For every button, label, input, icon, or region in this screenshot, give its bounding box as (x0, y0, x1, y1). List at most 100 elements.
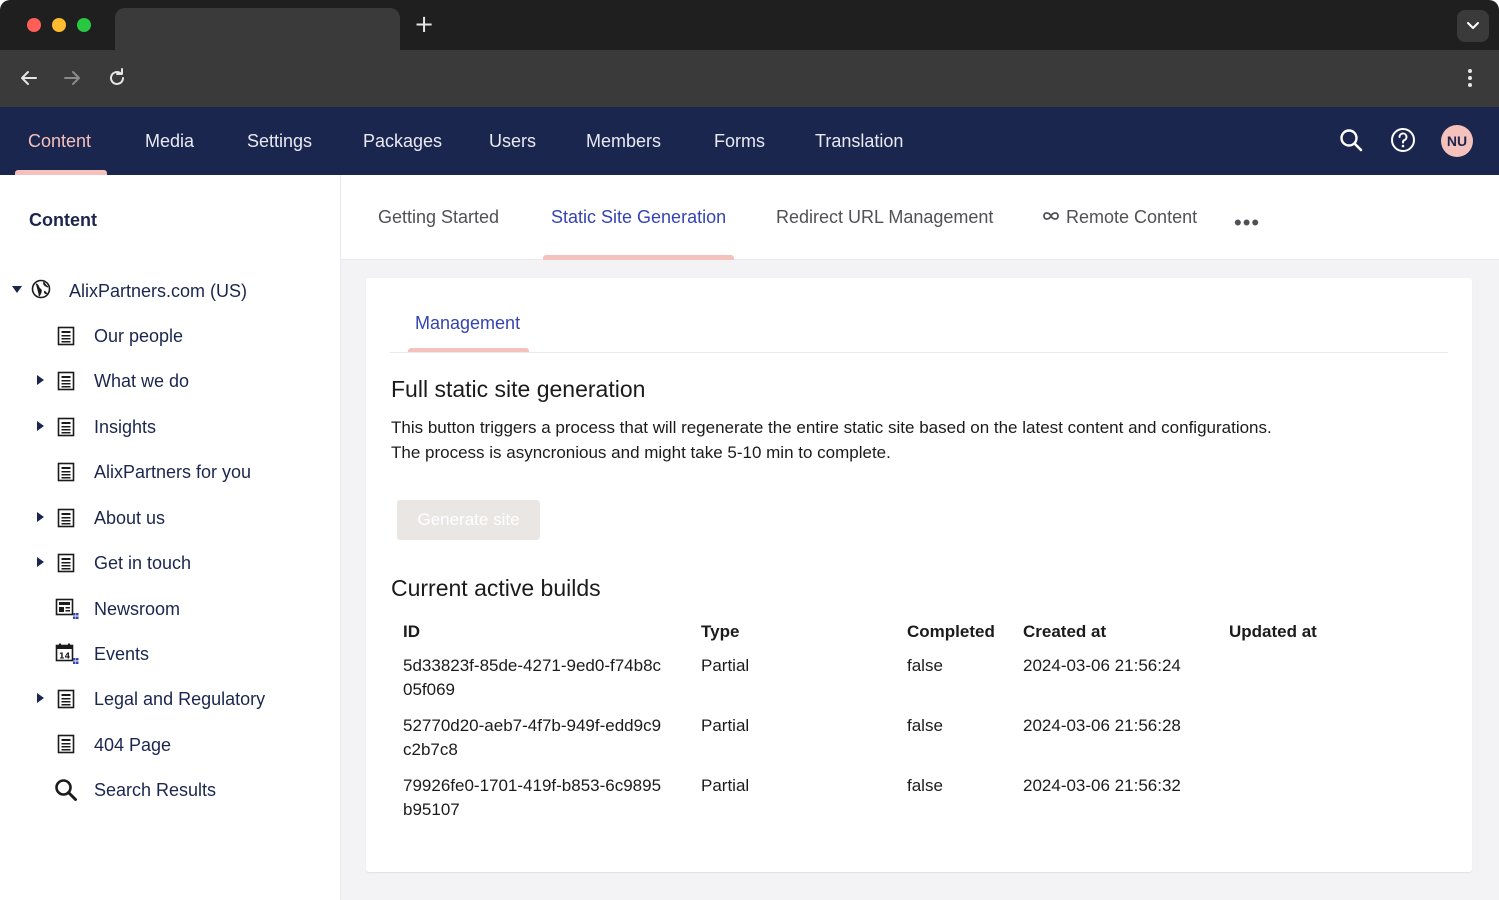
divider (390, 352, 1448, 353)
nav-members[interactable]: Members (586, 107, 661, 175)
newsroom-icon (55, 598, 79, 619)
tree-item-events[interactable]: Events (94, 639, 149, 669)
search-icon (1340, 129, 1363, 152)
tree-item-label: Our people (94, 325, 184, 346)
expand-caret-what-we-do[interactable] (37, 375, 44, 385)
arrow-left-icon (21, 71, 37, 85)
build-id: 5d33823f-85de-4271-9ed0-f74b8c05f069 (391, 648, 689, 708)
tree-item-insights[interactable]: Insights (94, 412, 156, 442)
arrow-right-icon (64, 71, 80, 85)
expand-caret-root[interactable] (12, 286, 22, 293)
reload-icon (110, 68, 124, 85)
tree-item-alixpartners-for-you[interactable]: AlixPartners for you (94, 457, 251, 487)
tree-item-newsroom[interactable]: Newsroom (94, 594, 180, 624)
table-row: 52770d20-aeb7-4f7b-949f-edd9c9c2b7c8 Par… (391, 708, 1351, 768)
ssg-panel: Management Full static site generation T… (366, 278, 1472, 872)
calendar-icon: 14 (55, 643, 79, 664)
generate-site-button[interactable]: Generate site (397, 500, 540, 540)
browser-menu-button[interactable] (1457, 65, 1483, 91)
minimize-window-button[interactable] (52, 18, 66, 32)
tab-remote-content[interactable]: Remote Content (1041, 207, 1197, 228)
document-icon (57, 326, 75, 346)
build-created-at: 2024-03-06 21:56:32 (1023, 776, 1181, 795)
tree-item-our-people[interactable]: Our people (94, 321, 183, 351)
tree-item-label: Insights (94, 416, 157, 437)
build-type: Partial (701, 776, 750, 795)
tree-root-alixpartners[interactable]: AlixPartners.com (US) (69, 276, 247, 306)
tree-item-label: About us (94, 507, 166, 528)
browser-tab[interactable] (115, 8, 400, 50)
tree-root-label: AlixPartners.com (US) (69, 280, 248, 301)
build-updated-at (1217, 708, 1351, 768)
build-id: 52770d20-aeb7-4f7b-949f-edd9c9c2b7c8 (391, 708, 689, 768)
build-id-text: 5d33823f-85de-4271-9ed0-f74b8c05f069 (403, 656, 662, 699)
expand-caret-get-in-touch[interactable] (37, 557, 44, 567)
build-id-text: 52770d20-aeb7-4f7b-949f-edd9c9c2b7c8 (403, 716, 662, 759)
app-header: Content Media Settings Packages Users Me… (0, 107, 1499, 175)
nav-media[interactable]: Media (145, 107, 194, 175)
full-generation-heading: Full static site generation (391, 376, 646, 402)
more-tabs-button[interactable]: ••• (1234, 210, 1260, 236)
close-window-button[interactable] (27, 18, 41, 32)
column-header-completed: Completed (907, 622, 995, 641)
kebab-menu-icon (1468, 69, 1472, 87)
new-tab-button[interactable]: + (410, 10, 438, 38)
globe-icon (31, 279, 51, 299)
tree-item-legal-and-regulatory[interactable]: Legal and Regulatory (94, 684, 265, 714)
user-avatar[interactable]: NU (1441, 125, 1473, 157)
tab-getting-started[interactable]: Getting Started (378, 207, 499, 228)
search-button[interactable] (1338, 127, 1364, 153)
tree-item-about-us[interactable]: About us (94, 503, 165, 533)
reload-button[interactable] (104, 65, 130, 91)
nav-users[interactable]: Users (489, 107, 536, 175)
table-row: 5d33823f-85de-4271-9ed0-f74b8c05f069 Par… (391, 648, 1351, 708)
tab-redirect-url-management[interactable]: Redirect URL Management (776, 207, 993, 228)
tree-item-search-results[interactable]: Search Results (94, 775, 216, 805)
nav-content[interactable]: Content (28, 107, 91, 175)
table-row: 79926fe0-1701-419f-b853-6c9895b95107 Par… (391, 768, 1351, 828)
build-updated-at (1217, 768, 1351, 828)
tab-remote-content-label: Remote Content (1066, 207, 1198, 227)
build-updated-at (1217, 648, 1351, 708)
maximize-window-button[interactable] (77, 18, 91, 32)
tree-item-label: Get in touch (94, 552, 192, 573)
browser-tab-strip: + (0, 0, 1499, 50)
tab-management[interactable]: Management (415, 313, 520, 334)
dashboard-tabs: Getting Started Static Site Generation R… (341, 175, 1499, 260)
build-completed: false (907, 656, 943, 675)
nav-forms[interactable]: Forms (714, 107, 765, 175)
expand-caret-legal[interactable] (37, 693, 44, 703)
column-header-id: ID (403, 622, 420, 641)
build-created-at: 2024-03-06 21:56:24 (1023, 656, 1181, 675)
forward-button[interactable] (59, 65, 85, 91)
document-icon (57, 462, 75, 482)
main-content: Getting Started Static Site Generation R… (341, 175, 1499, 900)
document-icon (57, 371, 75, 391)
help-button[interactable] (1390, 127, 1416, 153)
tree-item-label: Legal and Regulatory (94, 688, 266, 709)
build-completed: false (907, 716, 943, 735)
build-type: Partial (701, 716, 750, 735)
document-icon (57, 553, 75, 573)
build-completed: false (907, 776, 943, 795)
build-id-text: 79926fe0-1701-419f-b853-6c9895b95107 (403, 776, 662, 819)
tree-item-get-in-touch[interactable]: Get in touch (94, 548, 191, 578)
document-icon (57, 689, 75, 709)
nav-packages[interactable]: Packages (363, 107, 442, 175)
tree-item-label: 404 Page (94, 734, 172, 755)
tree-item-label: What we do (94, 370, 190, 391)
tab-static-site-generation[interactable]: Static Site Generation (551, 207, 726, 228)
chevron-down-icon (1467, 22, 1479, 29)
nav-settings[interactable]: Settings (247, 107, 312, 175)
document-icon (57, 508, 75, 528)
column-header-type: Type (701, 622, 740, 641)
expand-caret-about-us[interactable] (37, 512, 44, 522)
nav-translation[interactable]: Translation (815, 107, 903, 175)
tree-item-404-page[interactable]: 404 Page (94, 730, 171, 760)
tree-item-what-we-do[interactable]: What we do (94, 366, 189, 396)
expand-caret-insights[interactable] (37, 421, 44, 431)
tab-search-button[interactable] (1457, 10, 1489, 42)
tree-item-label: Events (94, 643, 150, 664)
back-button[interactable] (16, 65, 42, 91)
table-header-row: ID Type Completed Created at Updated at (391, 616, 1351, 648)
